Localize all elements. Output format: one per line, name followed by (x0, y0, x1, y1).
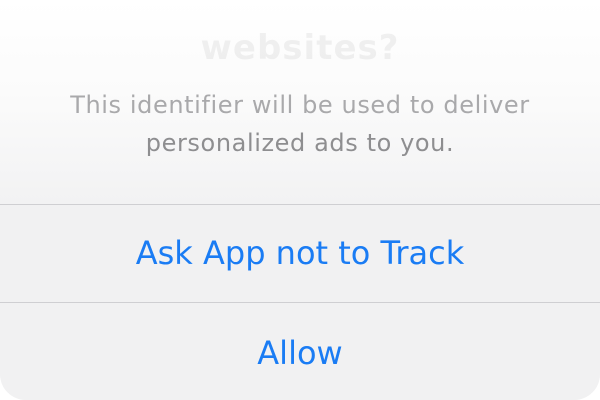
alert-title: websites? (200, 28, 400, 68)
alert-message: This identifier will be used to deliver … (0, 86, 600, 162)
ask-app-not-to-track-button[interactable]: Ask App not to Track (0, 205, 600, 302)
tracking-permission-alert: websites? This identifier will be used t… (0, 0, 600, 400)
allow-button[interactable]: Allow (0, 303, 600, 400)
alert-message-area: websites? This identifier will be used t… (0, 0, 600, 205)
alert-message-line-1: This identifier will be used to deliver (70, 91, 530, 119)
alert-message-line-2: personalized ads to you. (145, 129, 455, 157)
